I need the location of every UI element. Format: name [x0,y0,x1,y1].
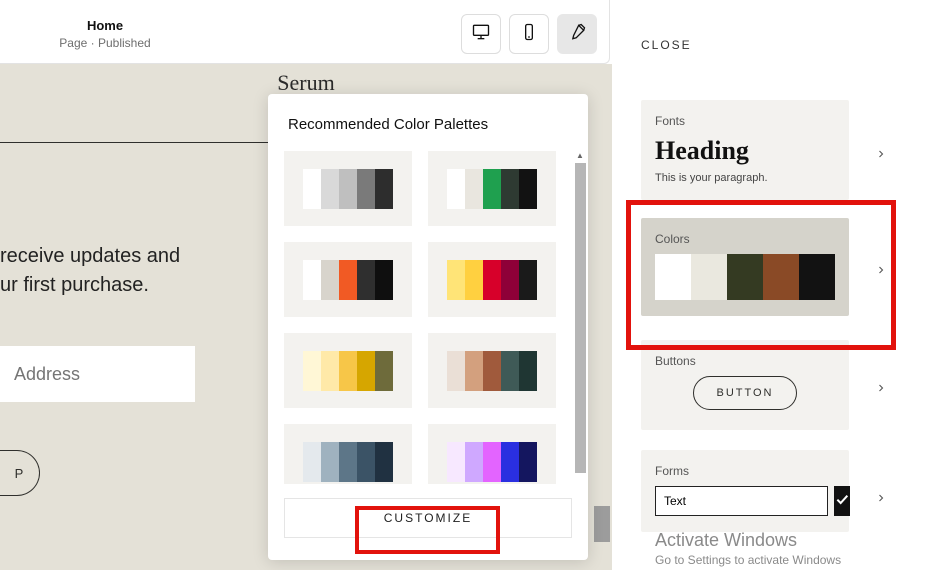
promo-copy: receive updates and ur first purchase. [0,242,260,300]
heading-preview: Heading [655,136,835,166]
palette-option[interactable] [284,151,412,226]
fonts-label: Fonts [655,114,835,128]
styles-brush-button[interactable] [557,14,597,54]
palette-grid [284,151,556,484]
page-subtitle: Page · Published [0,36,210,50]
watermark-title: Activate Windows [655,530,841,551]
fonts-card[interactable]: Fonts Heading This is your paragraph. [641,100,849,200]
palette-option[interactable] [284,242,412,317]
colors-card[interactable]: Colors [641,218,849,316]
desktop-view-button[interactable] [461,14,501,54]
windows-activation-watermark: Activate Windows Go to Settings to activ… [655,530,841,567]
buttons-chevron[interactable] [869,376,893,400]
check-icon [834,491,850,512]
forms-submit-preview[interactable] [834,486,850,516]
device-toggle-group [461,14,597,54]
paragraph-preview: This is your paragraph. [655,172,835,184]
promo-copy-line2: ur first purchase. [0,274,149,296]
mobile-view-button[interactable] [509,14,549,54]
preview-scrollbar-thumb[interactable] [594,506,610,542]
color-palettes-popover: Recommended Color Palettes ▲ CUSTOMIZE [268,94,588,560]
popover-title: Recommended Color Palettes [268,94,588,151]
fonts-chevron[interactable] [869,142,893,166]
paintbrush-icon [567,22,587,47]
close-button[interactable]: CLOSE [641,38,692,52]
palette-option[interactable] [428,242,556,317]
colors-chevron[interactable] [869,258,893,282]
palette-option[interactable] [428,151,556,226]
page-title: Home [0,18,210,33]
page-info[interactable]: Home Page · Published [0,18,210,50]
popover-scroll-up[interactable]: ▲ [576,151,584,159]
watermark-sub: Go to Settings to activate Windows [655,553,841,567]
forms-card[interactable]: Forms [641,450,849,532]
signup-button-fragment[interactable]: P [0,450,40,496]
colors-label: Colors [655,232,835,246]
forms-input-preview[interactable] [655,486,828,516]
promo-copy-line1: receive updates and [0,245,180,267]
palette-option[interactable] [284,333,412,408]
styles-panel: CLOSE Fonts Heading This is your paragra… [612,0,930,570]
palette-option[interactable] [428,333,556,408]
editor-topbar: Home Page · Published [0,0,610,64]
desktop-icon [471,22,491,47]
forms-chevron[interactable] [869,486,893,510]
active-palette [655,254,835,300]
palette-option[interactable] [284,424,412,484]
customize-button[interactable]: CUSTOMIZE [284,498,572,538]
buttons-card[interactable]: Buttons BUTTON [641,340,849,430]
buttons-label: Buttons [655,354,835,368]
palette-option[interactable] [428,424,556,484]
popover-scrollbar-thumb[interactable] [575,163,586,473]
site-heading: Serum [0,70,612,96]
preview-scrollbar[interactable] [594,100,610,520]
forms-label: Forms [655,464,835,478]
button-preview: BUTTON [693,376,796,410]
mobile-icon [519,22,539,47]
email-field[interactable] [0,346,195,402]
